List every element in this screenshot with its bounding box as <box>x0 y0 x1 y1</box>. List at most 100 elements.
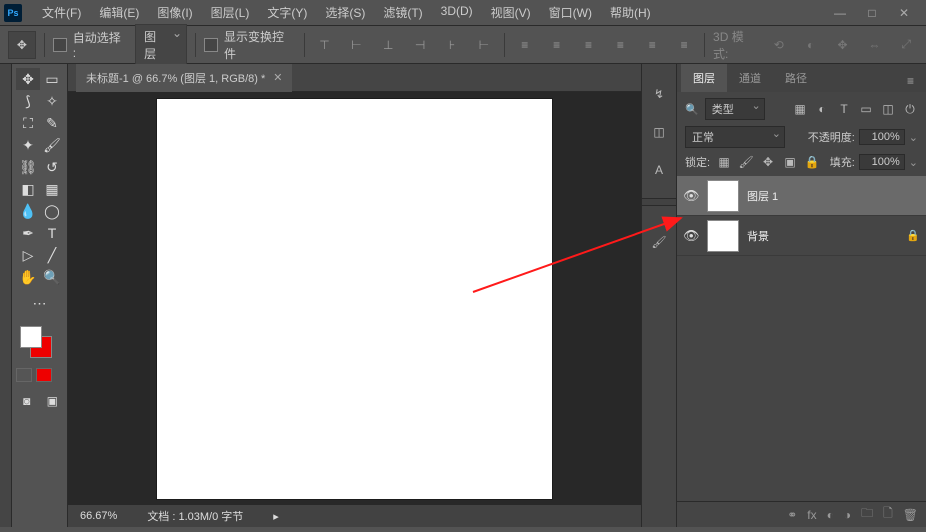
opacity-input[interactable]: 100% <box>859 129 905 145</box>
document-tab[interactable]: 未标题-1 @ 66.7% (图层 1, RGB/8) * ✕ <box>76 64 292 92</box>
screen-mode-icon[interactable]: ▣ <box>42 390 64 412</box>
align-top-icon[interactable]: ⊤ <box>313 33 337 57</box>
distribute-right-icon[interactable]: ≡ <box>672 33 696 57</box>
lock-brush-icon[interactable]: 🖌 <box>738 154 754 170</box>
auto-select-target-dropdown[interactable]: 图层 <box>135 24 187 66</box>
tab-layers[interactable]: 图层 <box>681 64 727 92</box>
blend-mode-dropdown[interactable]: 正常 <box>685 126 785 148</box>
properties-panel-icon[interactable]: ◫ <box>649 122 669 142</box>
menu-type[interactable]: 文字(Y) <box>259 0 315 25</box>
show-transform-checkbox[interactable] <box>204 38 218 52</box>
menu-3d[interactable]: 3D(D) <box>433 0 481 25</box>
lock-all-icon[interactable]: 🔒 <box>804 154 820 170</box>
3d-roll-icon[interactable]: ◐ <box>799 33 823 57</box>
3d-scale-icon[interactable]: ⤢ <box>894 33 918 57</box>
visibility-toggle-icon[interactable]: 👁 <box>683 188 699 204</box>
brush-panel-icon[interactable]: 🖌 <box>649 232 669 252</box>
menu-filter[interactable]: 滤镜(T) <box>375 0 430 25</box>
distribute-vcenter-icon[interactable]: ≡ <box>545 33 569 57</box>
align-vcenter-icon[interactable]: ⊢ <box>344 33 368 57</box>
tab-channels[interactable]: 通道 <box>727 64 773 92</box>
layer-filter-dropdown[interactable]: 类型 <box>705 98 765 120</box>
tool-preset-picker[interactable]: ✥ <box>8 31 36 59</box>
canvas[interactable] <box>157 99 552 499</box>
fill-caret-icon[interactable]: ⌄ <box>909 156 918 169</box>
eraser-tool[interactable]: ◧ <box>16 178 40 200</box>
quick-mask-toggle[interactable] <box>16 368 32 382</box>
eyedropper-tool[interactable]: ✎ <box>40 112 64 134</box>
magic-wand-tool[interactable]: ✧ <box>40 90 64 112</box>
align-left-icon[interactable]: ⊣ <box>408 33 432 57</box>
lasso-tool[interactable]: ⟆ <box>16 90 40 112</box>
history-panel-icon[interactable]: ↯ <box>649 84 669 104</box>
minimize-button[interactable]: — <box>830 3 850 23</box>
distribute-hcenter-icon[interactable]: ≡ <box>640 33 664 57</box>
group-layers-icon[interactable]: 🗀 <box>861 504 873 525</box>
layer-row[interactable]: 👁 背景 🔒 <box>677 216 926 256</box>
3d-slide-icon[interactable]: ⇔ <box>862 33 886 57</box>
blur-tool[interactable]: 💧 <box>16 200 40 222</box>
spot-heal-tool[interactable]: ✦ <box>16 134 40 156</box>
distribute-top-icon[interactable]: ≡ <box>513 33 537 57</box>
path-select-tool[interactable]: ▷ <box>16 244 40 266</box>
dodge-tool[interactable]: ◯ <box>40 200 64 222</box>
3d-rotate-icon[interactable]: ⟲ <box>767 33 791 57</box>
delete-layer-icon[interactable]: 🗑 <box>903 508 918 522</box>
edit-toolbar-button[interactable]: ⋯ <box>28 292 52 314</box>
layer-thumbnail[interactable] <box>707 180 739 212</box>
clone-stamp-tool[interactable]: ⛓ <box>16 156 40 178</box>
menu-file[interactable]: 文件(F) <box>34 0 89 25</box>
opacity-caret-icon[interactable]: ⌄ <box>909 131 918 144</box>
line-tool[interactable]: ╱ <box>40 244 64 266</box>
type-tool[interactable]: T <box>40 222 64 244</box>
quick-mask-icon[interactable]: ◙ <box>16 390 38 412</box>
menu-edit[interactable]: 编辑(E) <box>91 0 147 25</box>
filter-smart-icon[interactable]: ◫ <box>880 101 896 117</box>
layer-row[interactable]: 👁 图层 1 <box>677 176 926 216</box>
panel-divider[interactable] <box>642 198 676 206</box>
filter-adjust-icon[interactable]: ◐ <box>814 101 830 117</box>
tab-paths[interactable]: 路径 <box>773 64 819 92</box>
layer-thumbnail[interactable] <box>707 220 739 252</box>
menu-window[interactable]: 窗口(W) <box>541 0 600 25</box>
filter-shape-icon[interactable]: ▭ <box>858 101 874 117</box>
brush-tool[interactable]: 🖌 <box>40 134 64 156</box>
close-tab-icon[interactable]: ✕ <box>273 71 282 84</box>
distribute-bottom-icon[interactable]: ≡ <box>577 33 601 57</box>
hand-tool[interactable]: ✋ <box>16 266 40 288</box>
crop-tool[interactable]: ⛶ <box>16 112 40 134</box>
pen-tool[interactable]: ✒ <box>16 222 40 244</box>
visibility-toggle-icon[interactable]: 👁 <box>683 228 699 244</box>
filter-pixel-icon[interactable]: ▦ <box>792 101 808 117</box>
zoom-tool[interactable]: 🔍 <box>40 266 64 288</box>
layer-name[interactable]: 图层 1 <box>747 188 920 204</box>
layer-name[interactable]: 背景 <box>747 228 898 244</box>
3d-pan-icon[interactable]: ✥ <box>831 33 855 57</box>
lock-artboard-icon[interactable]: ▣ <box>782 154 798 170</box>
align-hcenter-icon[interactable]: ⊦ <box>440 33 464 57</box>
lock-position-icon[interactable]: ✥ <box>760 154 776 170</box>
left-collapse-strip[interactable] <box>0 64 12 527</box>
adjustment-layer-icon[interactable]: ◑ <box>844 508 851 522</box>
filter-toggle-icon[interactable]: ⏻ <box>902 101 918 117</box>
gradient-tool[interactable]: ▦ <box>40 178 64 200</box>
move-tool[interactable]: ✥ <box>16 68 40 90</box>
menu-layer[interactable]: 图层(L) <box>203 0 258 25</box>
auto-select-checkbox[interactable] <box>53 38 67 52</box>
status-caret-icon[interactable]: ▸ <box>273 510 279 523</box>
menu-select[interactable]: 选择(S) <box>317 0 373 25</box>
filter-type-icon[interactable]: T <box>836 101 852 117</box>
history-brush-tool[interactable]: ↺ <box>40 156 64 178</box>
distribute-left-icon[interactable]: ≡ <box>608 33 632 57</box>
maximize-button[interactable]: □ <box>862 3 882 23</box>
align-right-icon[interactable]: ⊢ <box>472 33 496 57</box>
document-info[interactable]: 文档 : 1.03M/0 字节 <box>147 508 243 524</box>
filter-search-icon[interactable]: 🔍 <box>685 103 699 116</box>
layer-style-icon[interactable]: fx <box>807 508 816 522</box>
lock-pixels-icon[interactable]: ▦ <box>716 154 732 170</box>
screen-mode-toggle[interactable] <box>36 368 52 382</box>
fill-input[interactable]: 100% <box>859 154 905 170</box>
marquee-tool[interactable]: ▭ <box>40 68 64 90</box>
layer-mask-icon[interactable]: ◐ <box>827 508 834 522</box>
zoom-level[interactable]: 66.67% <box>80 510 117 522</box>
